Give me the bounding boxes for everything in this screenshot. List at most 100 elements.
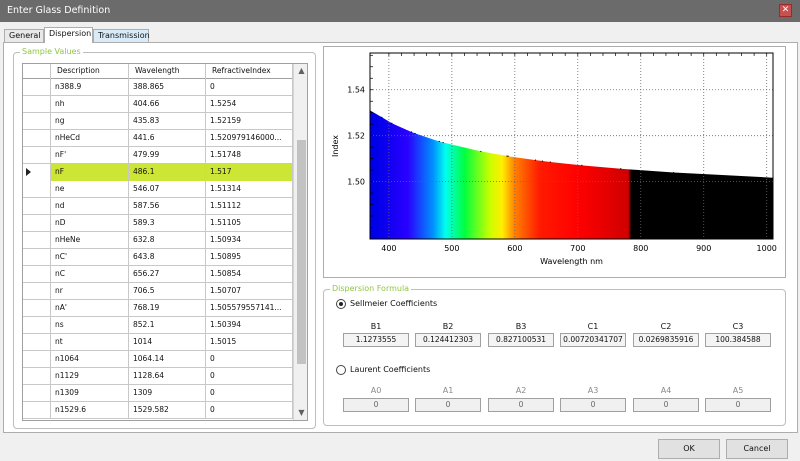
table-row[interactable]: nr 706.5 1.50707 xyxy=(23,283,293,300)
table-scrollbar[interactable]: ▲ ▼ xyxy=(293,64,307,420)
refractive-index-cell[interactable]: 0 xyxy=(206,79,293,96)
wavelength-cell[interactable]: 388.865 xyxy=(129,79,206,96)
description-cell[interactable]: n1309 xyxy=(51,385,129,402)
description-cell[interactable]: ns xyxy=(51,317,129,334)
sellmeier-coef-field[interactable]: 0.124412303 xyxy=(415,333,481,347)
wavelength-cell[interactable]: 479.99 xyxy=(129,147,206,164)
wavelength-cell[interactable]: 656.27 xyxy=(129,266,206,283)
description-cell[interactable]: ne xyxy=(51,181,129,198)
scroll-down-icon[interactable]: ▼ xyxy=(297,408,306,418)
description-cell[interactable]: n388.9 xyxy=(51,79,129,96)
row-header-cell[interactable] xyxy=(23,266,51,283)
table-row[interactable]: ng 435.83 1.52159 xyxy=(23,113,293,130)
refractive-index-cell[interactable]: 1.51314 xyxy=(206,181,293,198)
column-header-wavelength[interactable]: Wavelength xyxy=(129,64,206,79)
wavelength-cell[interactable]: 1064.14 xyxy=(129,351,206,368)
refractive-index-cell[interactable]: 1.50394 xyxy=(206,317,293,334)
laurent-coef-field[interactable]: 0 xyxy=(488,398,554,412)
wavelength-cell[interactable]: 1014 xyxy=(129,334,206,351)
laurent-radio[interactable] xyxy=(336,365,346,375)
row-header-cell[interactable] xyxy=(23,402,51,419)
sellmeier-coef-field[interactable]: 1.1273555 xyxy=(343,333,409,347)
description-cell[interactable]: nh xyxy=(51,96,129,113)
row-header-cell[interactable] xyxy=(23,113,51,130)
row-header-cell[interactable] xyxy=(23,317,51,334)
table-row[interactable]: n1529.6 1529.582 0 xyxy=(23,402,293,419)
wavelength-cell[interactable]: 1128.64 xyxy=(129,368,206,385)
refractive-index-cell[interactable]: 1.51748 xyxy=(206,147,293,164)
row-header-cell[interactable] xyxy=(23,249,51,266)
description-cell[interactable]: n1529.6 xyxy=(51,402,129,419)
table-row[interactable]: nA' 768.19 1.505579557141... xyxy=(23,300,293,317)
wavelength-cell[interactable]: 435.83 xyxy=(129,113,206,130)
description-cell[interactable]: nF xyxy=(51,164,129,181)
scroll-thumb[interactable] xyxy=(297,140,306,364)
refractive-index-cell[interactable]: 1.50707 xyxy=(206,283,293,300)
table-row[interactable]: nHeCd 441.6 1.520979146000... xyxy=(23,130,293,147)
wavelength-cell[interactable]: 441.6 xyxy=(129,130,206,147)
table-row[interactable]: n1309 1309 0 xyxy=(23,385,293,402)
table-row[interactable]: nHeNe 632.8 1.50934 xyxy=(23,232,293,249)
description-cell[interactable]: nF' xyxy=(51,147,129,164)
refractive-index-cell[interactable]: 1.51105 xyxy=(206,215,293,232)
sellmeier-coef-field[interactable]: 0.0269835916 xyxy=(633,333,699,347)
tab-general[interactable]: General xyxy=(4,29,44,43)
wavelength-cell[interactable]: 486.1 xyxy=(129,164,206,181)
ok-button[interactable]: OK xyxy=(658,439,720,459)
laurent-label[interactable]: Laurent Coefficients xyxy=(350,365,430,374)
row-header-cell[interactable] xyxy=(23,164,51,181)
row-header-cell[interactable] xyxy=(23,130,51,147)
description-cell[interactable]: nD xyxy=(51,215,129,232)
table-row[interactable]: nF 486.1 1.517 xyxy=(23,164,293,181)
table-row[interactable]: nd 587.56 1.51112 xyxy=(23,198,293,215)
description-cell[interactable]: nHeCd xyxy=(51,130,129,147)
description-cell[interactable]: nA' xyxy=(51,300,129,317)
wavelength-cell[interactable]: 1529.582 xyxy=(129,402,206,419)
table-row[interactable]: n1064 1064.14 0 xyxy=(23,351,293,368)
refractive-index-cell[interactable]: 1.505579557141... xyxy=(206,300,293,317)
table-row[interactable]: ne 546.07 1.51314 xyxy=(23,181,293,198)
row-header-cell[interactable] xyxy=(23,385,51,402)
table-row[interactable]: nF' 479.99 1.51748 xyxy=(23,147,293,164)
description-cell[interactable]: nC' xyxy=(51,249,129,266)
wavelength-cell[interactable]: 852.1 xyxy=(129,317,206,334)
wavelength-cell[interactable]: 404.66 xyxy=(129,96,206,113)
refractive-index-cell[interactable]: 1.517 xyxy=(206,164,293,181)
description-cell[interactable]: nr xyxy=(51,283,129,300)
sellmeier-coef-field[interactable]: 0.827100531 xyxy=(488,333,554,347)
description-cell[interactable]: n1129 xyxy=(51,368,129,385)
description-cell[interactable]: nt xyxy=(51,334,129,351)
row-header-cell[interactable] xyxy=(23,215,51,232)
scroll-up-icon[interactable]: ▲ xyxy=(297,66,306,76)
laurent-coef-field[interactable]: 0 xyxy=(705,398,771,412)
wavelength-cell[interactable]: 768.19 xyxy=(129,300,206,317)
column-header-description[interactable]: Description xyxy=(51,64,129,79)
tab-dispersion[interactable]: Dispersion xyxy=(44,27,93,43)
close-icon[interactable]: ✕ xyxy=(779,4,792,17)
refractive-index-cell[interactable]: 1.50854 xyxy=(206,266,293,283)
row-header-cell[interactable] xyxy=(23,283,51,300)
row-header-cell[interactable] xyxy=(23,147,51,164)
refractive-index-cell[interactable]: 0 xyxy=(206,368,293,385)
refractive-index-cell[interactable]: 0 xyxy=(206,385,293,402)
refractive-index-cell[interactable]: 1.520979146000... xyxy=(206,130,293,147)
refractive-index-cell[interactable]: 1.50934 xyxy=(206,232,293,249)
row-header-cell[interactable] xyxy=(23,181,51,198)
cancel-button[interactable]: Cancel xyxy=(726,439,788,459)
row-header-cell[interactable] xyxy=(23,300,51,317)
row-header-cell[interactable] xyxy=(23,232,51,249)
table-row[interactable]: n388.9 388.865 0 xyxy=(23,79,293,96)
sellmeier-coef-field[interactable]: 100.384588 xyxy=(705,333,771,347)
description-cell[interactable]: nHeNe xyxy=(51,232,129,249)
wavelength-cell[interactable]: 706.5 xyxy=(129,283,206,300)
description-cell[interactable]: nC xyxy=(51,266,129,283)
wavelength-cell[interactable]: 589.3 xyxy=(129,215,206,232)
table-row[interactable]: nh 404.66 1.5254 xyxy=(23,96,293,113)
refractive-index-cell[interactable]: 1.5254 xyxy=(206,96,293,113)
sellmeier-radio[interactable] xyxy=(336,299,346,309)
wavelength-cell[interactable]: 632.8 xyxy=(129,232,206,249)
refractive-index-cell[interactable]: 1.52159 xyxy=(206,113,293,130)
wavelength-cell[interactable]: 587.56 xyxy=(129,198,206,215)
row-header-cell[interactable] xyxy=(23,198,51,215)
refractive-index-cell[interactable]: 1.50895 xyxy=(206,249,293,266)
